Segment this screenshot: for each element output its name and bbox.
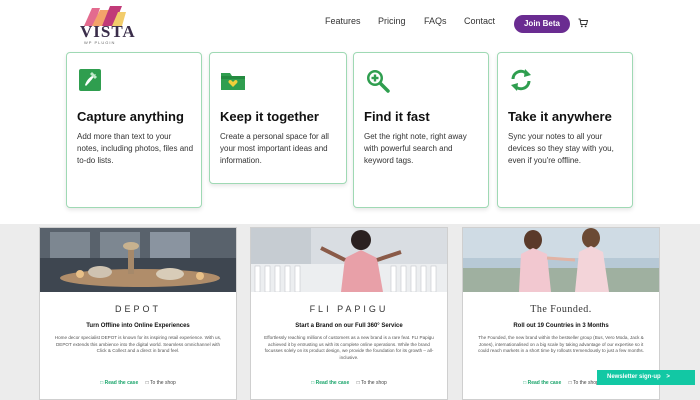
nav-contact[interactable]: Contact bbox=[464, 16, 495, 32]
nav-pricing[interactable]: Pricing bbox=[378, 16, 406, 32]
newsletter-label: Newsletter sign-up bbox=[607, 374, 661, 380]
feature-title: Keep it together bbox=[220, 109, 319, 124]
nav-features[interactable]: Features bbox=[325, 16, 361, 32]
shop-link[interactable]: □ To the shop bbox=[146, 380, 176, 386]
evernote-note-icon bbox=[79, 69, 101, 91]
nav-faqs-link[interactable]: FAQs bbox=[424, 16, 447, 26]
case-title: Roll out 19 Countries in 3 Months bbox=[513, 323, 609, 329]
nav-features-link[interactable]: Features bbox=[325, 16, 361, 26]
join-beta-button[interactable]: Join Beta bbox=[514, 15, 570, 33]
nav-contact-link[interactable]: Contact bbox=[464, 16, 495, 26]
the-founded-photo bbox=[463, 228, 659, 292]
shop-label: To the shop bbox=[572, 380, 599, 386]
case-card-fli-papigu: FLI PAPIGU Start a Brand on our Full 360… bbox=[250, 227, 448, 400]
feature-description: Get the right note, right away with powe… bbox=[364, 132, 467, 165]
read-case-link[interactable]: □ Read the case bbox=[523, 380, 561, 386]
shop-label: To the shop bbox=[360, 380, 387, 386]
feature-title: Capture anything bbox=[77, 109, 184, 124]
case-links: □ Read the case □ To the shop bbox=[251, 380, 447, 386]
cart-icon[interactable] bbox=[578, 18, 588, 28]
case-brand: DEPOT bbox=[114, 304, 161, 314]
feature-card-capture: Capture anything Add more than text to y… bbox=[66, 52, 202, 208]
feature-card-find: Find it fast Get the right note, right a… bbox=[353, 52, 489, 208]
depot-photo bbox=[40, 228, 236, 292]
feature-description: Sync your notes to all your devices so t… bbox=[508, 132, 614, 165]
feature-card-keep: Keep it together Create a personal space… bbox=[209, 52, 347, 184]
feature-description: Add more than text to your notes, includ… bbox=[77, 132, 194, 165]
vista-logo[interactable]: VISTA WP PLUGIN bbox=[80, 6, 135, 45]
search-plus-icon bbox=[367, 70, 390, 93]
fli-papigu-photo bbox=[251, 228, 447, 292]
case-links: □ Read the case □ To the shop bbox=[40, 380, 236, 386]
read-case-link[interactable]: □ Read the case bbox=[311, 380, 349, 386]
logo-wordmark: VISTA bbox=[80, 22, 136, 41]
shop-label: To the shop bbox=[149, 380, 176, 386]
site-header: VISTA WP PLUGIN Features Pricing FAQs Co… bbox=[0, 0, 700, 48]
feature-title: Take it anywhere bbox=[508, 109, 612, 124]
case-brand: The Founded. bbox=[530, 304, 592, 315]
case-description: Effortlessly reaching millions of custom… bbox=[264, 335, 434, 360]
logo-subtext: WP PLUGIN bbox=[84, 40, 116, 45]
shop-link[interactable]: □ To the shop bbox=[357, 380, 387, 386]
read-case-label: Read the case bbox=[104, 380, 139, 386]
case-brand: FLI PAPIGU bbox=[309, 304, 389, 314]
sync-icon bbox=[511, 69, 531, 91]
case-card-depot: DEPOT Turn Offline into Online Experienc… bbox=[39, 227, 237, 400]
case-description: Home decor specialist DEPOT is known for… bbox=[54, 335, 222, 354]
nav-pricing-link[interactable]: Pricing bbox=[378, 16, 406, 26]
read-case-label: Read the case bbox=[315, 380, 350, 386]
read-case-link[interactable]: □ Read the case bbox=[100, 380, 138, 386]
chevron-right-icon: > bbox=[666, 374, 670, 380]
features-section: Capture anything Add more than text to y… bbox=[0, 48, 700, 224]
feature-title: Find it fast bbox=[364, 109, 430, 124]
case-studies-section: DEPOT Turn Offline into Online Experienc… bbox=[0, 224, 700, 400]
case-title: Start a Brand on our Full 360° Service bbox=[295, 323, 403, 329]
folder-heart-icon bbox=[221, 73, 245, 90]
feature-description: Create a personal space for all your mos… bbox=[220, 132, 329, 165]
nav-faqs[interactable]: FAQs bbox=[424, 16, 447, 32]
newsletter-signup-button[interactable]: Newsletter sign-up > bbox=[597, 370, 695, 385]
case-description: The Founded, the new brand within the be… bbox=[478, 335, 644, 354]
case-title: Turn Offline into Online Experiences bbox=[86, 323, 190, 329]
feature-card-take: Take it anywhere Sync your notes to all … bbox=[497, 52, 633, 208]
shop-link[interactable]: □ To the shop bbox=[569, 380, 599, 386]
read-case-label: Read the case bbox=[527, 380, 562, 386]
